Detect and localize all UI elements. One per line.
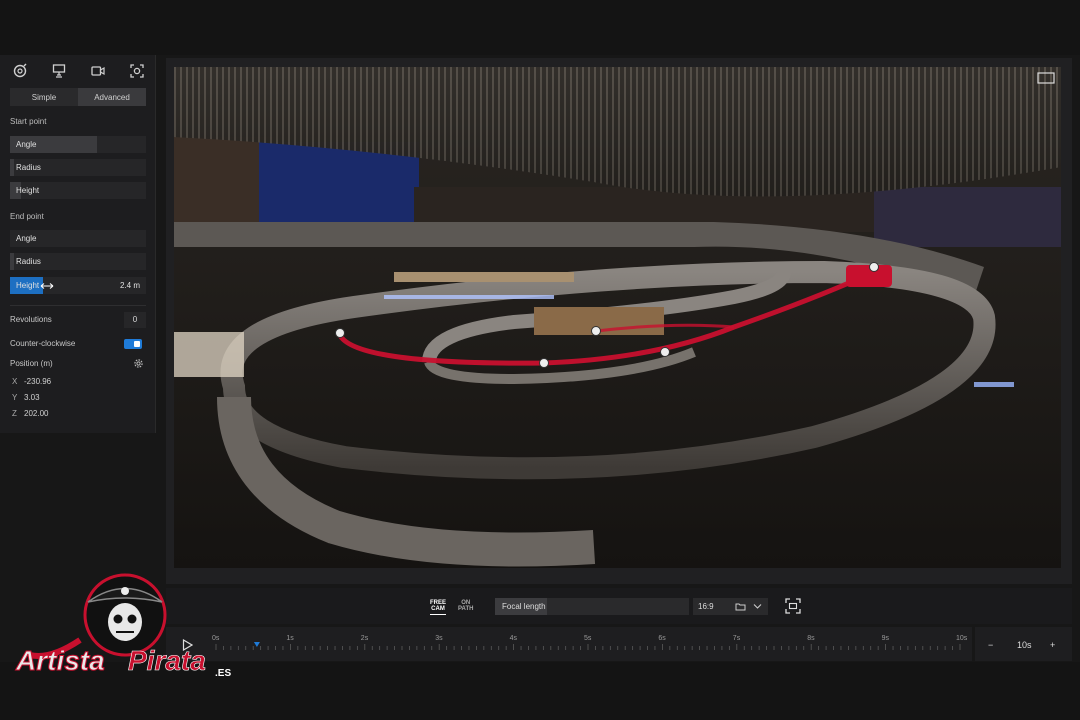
slider-value: 2.4 m xyxy=(119,281,140,290)
position-row: Position (m) xyxy=(10,356,146,372)
mode-tabs: Simple Advanced xyxy=(10,88,146,106)
camera-toolbar: FREE CAM ON PATH Focal length 16:9 xyxy=(166,588,1072,624)
end-point-label: End point xyxy=(10,212,44,221)
3d-viewport[interactable] xyxy=(174,67,1061,568)
timeline-ruler xyxy=(215,642,961,650)
counter-clockwise-label: Counter-clockwise xyxy=(10,339,76,348)
counter-clockwise-toggle[interactable] xyxy=(124,339,142,349)
video-camera-icon[interactable] xyxy=(88,61,108,81)
start-angle-slider[interactable]: Angle xyxy=(10,136,146,153)
axis-label: Y xyxy=(12,393,18,402)
end-radius-slider[interactable]: Radius xyxy=(10,253,146,270)
start-radius-slider[interactable]: Radius xyxy=(10,159,146,176)
slider-fill xyxy=(10,253,15,270)
end-angle-slider[interactable]: Angle xyxy=(10,230,146,247)
logo-suffix: .ES xyxy=(215,668,231,679)
orbit-icon[interactable] xyxy=(10,61,30,81)
logo-text-b: Pirata xyxy=(128,645,206,676)
slider-label: Radius xyxy=(16,257,41,266)
logo-text-a: Artista xyxy=(15,645,105,676)
start-point-label: Start point xyxy=(10,117,47,126)
resize-cursor-icon xyxy=(40,283,54,289)
slider-fill xyxy=(10,159,15,176)
duration-plus-button[interactable]: + xyxy=(1050,640,1055,650)
slider-label: Height xyxy=(16,281,40,290)
on-path-button[interactable]: ON PATH xyxy=(458,600,473,612)
folder-icon xyxy=(735,603,746,611)
timeline[interactable]: 0s 1s 2s 3s 4s 5s 6s 7s 8s 9s 10s xyxy=(166,627,972,661)
gear-icon[interactable] xyxy=(133,358,144,369)
axis-label: Z xyxy=(12,409,17,418)
chevron-down-icon xyxy=(753,604,762,609)
duration-minus-button[interactable]: − xyxy=(988,640,993,650)
slider-label: Angle xyxy=(16,234,37,243)
capture-frame-icon[interactable] xyxy=(784,597,802,615)
aspect-ratio-select[interactable]: 16:9 xyxy=(693,598,768,615)
duration-value[interactable]: 10s xyxy=(1017,640,1032,650)
slider-label: Radius xyxy=(16,163,41,172)
screenshot-icon[interactable] xyxy=(127,61,147,81)
artista-pirata-logo: Artista Pirata .ES xyxy=(15,573,231,679)
position-label: Position (m) xyxy=(10,359,53,368)
slider-label: Angle xyxy=(16,140,37,149)
revolutions-input[interactable]: 0 xyxy=(124,312,146,328)
axis-value: -230.96 xyxy=(24,377,52,386)
start-height-slider[interactable]: Height xyxy=(10,182,146,199)
position-y[interactable]: Y 3.03 xyxy=(12,393,40,402)
focal-length-label: Focal length xyxy=(502,602,546,611)
panel-icon-bar xyxy=(0,59,156,83)
axis-value: 3.03 xyxy=(24,393,40,402)
duration-control: − 10s + xyxy=(975,627,1072,661)
playhead xyxy=(253,642,260,647)
revolutions-label: Revolutions xyxy=(10,315,52,324)
tab-advanced[interactable]: Advanced xyxy=(78,88,146,106)
tab-simple[interactable]: Simple xyxy=(10,88,78,106)
position-x[interactable]: X -230.96 xyxy=(12,377,51,386)
fullscreen-icon[interactable] xyxy=(1037,72,1055,84)
position-z[interactable]: Z 202.00 xyxy=(12,409,48,418)
on-path-line-2: PATH xyxy=(458,606,474,612)
end-height-slider[interactable]: Height 2.4 m xyxy=(10,277,146,294)
free-cam-button[interactable]: FREE CAM xyxy=(430,600,447,615)
top-bar xyxy=(0,0,1080,55)
counter-clockwise-row: Counter-clockwise xyxy=(10,336,146,352)
axis-value: 202.00 xyxy=(24,409,49,418)
scene-render xyxy=(174,67,1061,568)
slider-label: Height xyxy=(16,186,40,195)
revolutions-row: Revolutions 0 xyxy=(10,312,146,328)
free-cam-line-2: CAM xyxy=(431,606,445,612)
focal-length-slider[interactable]: Focal length xyxy=(495,598,689,615)
presentation-icon[interactable] xyxy=(49,61,69,81)
camera-path-panel: Simple Advanced Start point Angle Radius… xyxy=(0,55,156,433)
panel-divider xyxy=(10,305,146,306)
axis-label: X xyxy=(12,377,18,386)
aspect-ratio-value: 16:9 xyxy=(698,602,714,611)
